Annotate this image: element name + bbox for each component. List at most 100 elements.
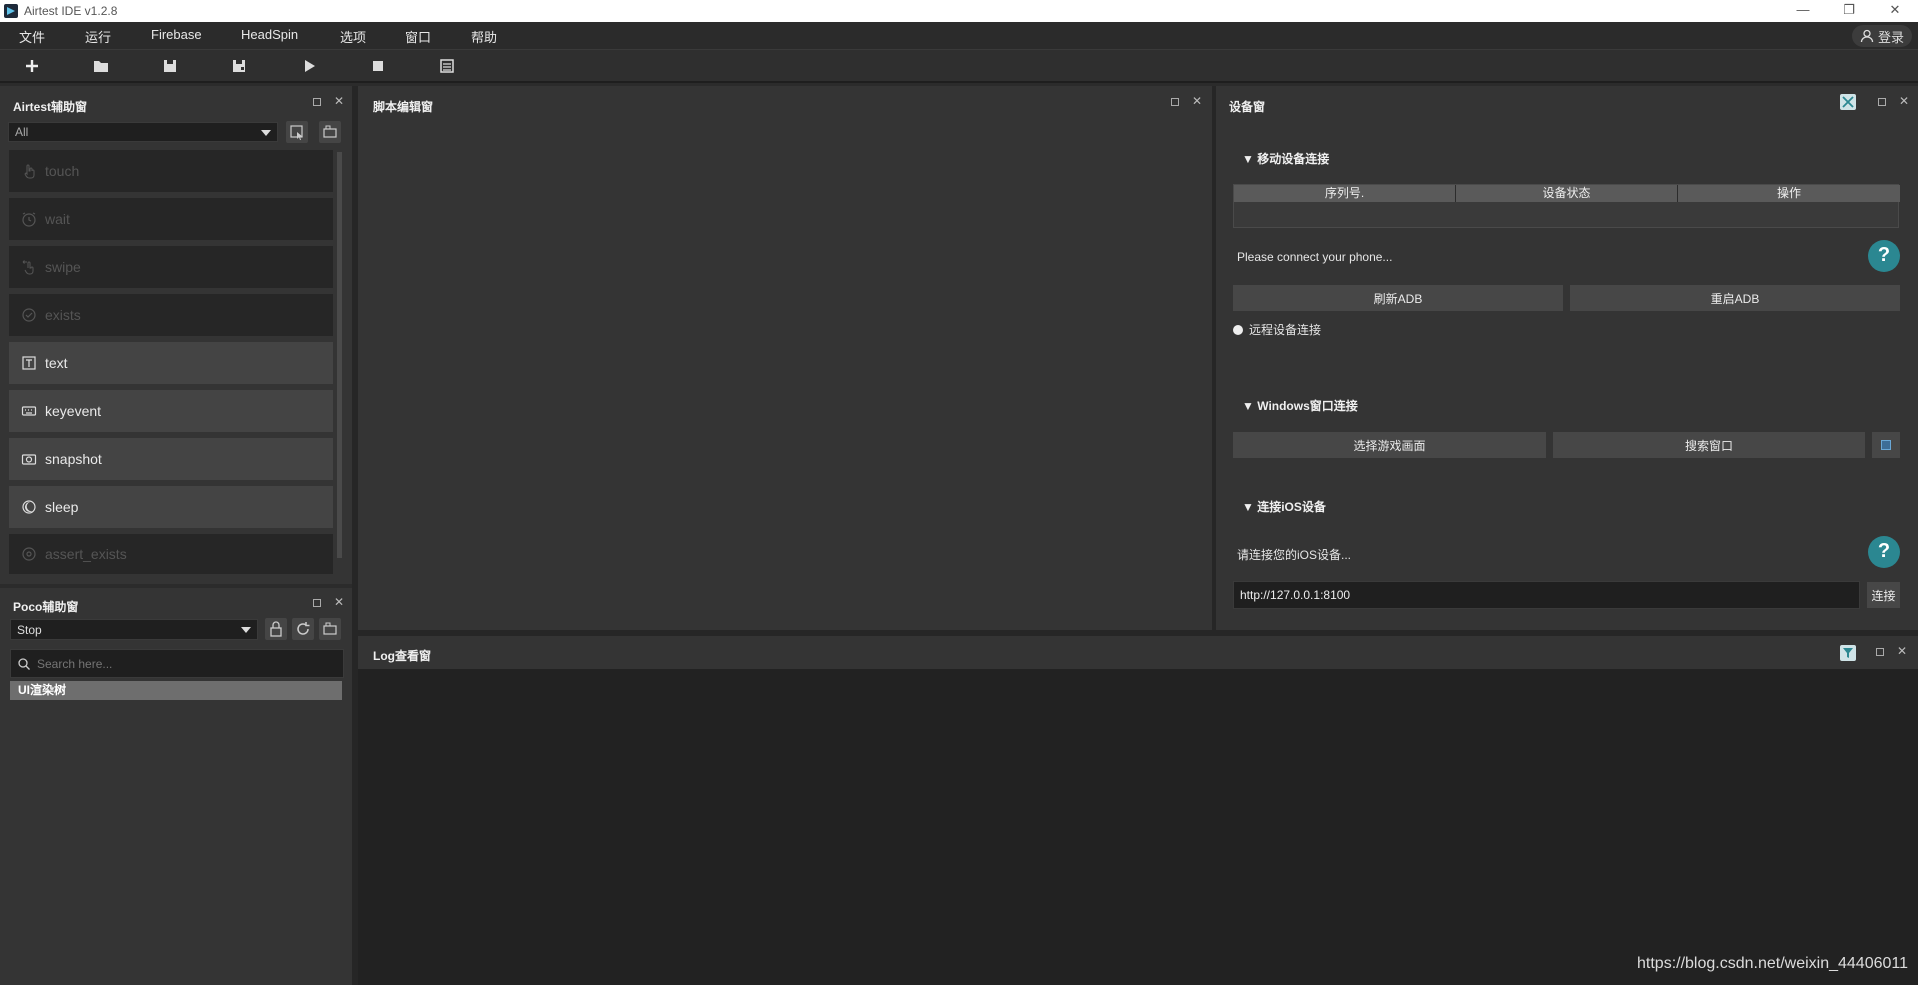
lock-button[interactable] xyxy=(265,618,287,640)
mobile-section-title: 移动设备连接 xyxy=(1257,152,1330,166)
airtest-item-label: keyevent xyxy=(45,403,102,419)
login-button[interactable]: 登录 xyxy=(1851,25,1912,47)
log-panel-header: Log查看窗 ✕ xyxy=(358,636,1918,669)
column-header-action[interactable]: 操作 xyxy=(1678,185,1900,202)
touch-icon xyxy=(24,164,35,179)
target-icon xyxy=(22,547,36,561)
airtest-item-sleep[interactable]: sleep xyxy=(9,486,333,528)
airtest-item-wait[interactable]: wait xyxy=(9,198,333,240)
remote-connect-label: 远程设备连接 xyxy=(1249,323,1322,337)
poco-search-box[interactable] xyxy=(10,649,344,678)
window-select-button[interactable] xyxy=(1872,432,1900,458)
close-panel-icon[interactable]: ✕ xyxy=(1192,94,1202,108)
help-icon[interactable]: ? xyxy=(1868,536,1900,568)
float-panel-icon[interactable] xyxy=(1878,97,1886,109)
airtest-filter-select[interactable]: All xyxy=(8,122,278,142)
menu-bar: 文件 运行 Firebase HeadSpin 选项 窗口 帮助 登录 xyxy=(0,22,1918,50)
record-position-button[interactable] xyxy=(286,121,308,143)
airtest-scrollbar[interactable] xyxy=(337,152,342,558)
poco-panel-title: Poco辅助窗 xyxy=(13,600,79,614)
restart-adb-button[interactable]: 重启ADB xyxy=(1570,285,1900,311)
login-label: 登录 xyxy=(1877,29,1904,45)
close-panel-icon[interactable]: ✕ xyxy=(334,94,344,108)
airtest-item-text[interactable]: text xyxy=(9,342,333,384)
poco-mode-select[interactable]: Stop xyxy=(10,619,258,640)
poco-panel: Poco辅助窗 ✕ Stop UI渲染树 xyxy=(0,588,352,985)
ios-connect-button[interactable]: 连接 xyxy=(1867,582,1900,608)
search-window-button[interactable]: 搜索窗口 xyxy=(1553,432,1865,458)
chevron-down-icon xyxy=(241,627,251,633)
refresh-icon xyxy=(297,622,310,635)
column-header-serial[interactable]: 序列号. xyxy=(1234,185,1456,202)
moon-icon xyxy=(22,500,36,514)
close-window-icon[interactable]: ✕ xyxy=(1872,0,1918,22)
airtest-item-swipe[interactable]: swipe xyxy=(9,246,333,288)
log-view-icon[interactable] xyxy=(437,57,457,75)
close-panel-icon[interactable]: ✕ xyxy=(1897,644,1907,658)
camera-record-icon xyxy=(323,622,337,635)
swipe-icon xyxy=(22,260,34,275)
auto-record-button[interactable] xyxy=(319,121,341,143)
menu-headspin[interactable]: HeadSpin xyxy=(241,27,298,42)
windows-section-header[interactable]: ▼ Windows窗口连接 xyxy=(1242,397,1358,414)
device-panel-title: 设备窗 xyxy=(1229,100,1266,114)
search-input[interactable] xyxy=(37,654,337,674)
save-as-icon[interactable] xyxy=(229,57,249,75)
airtest-item-assert-exists[interactable]: assert_exists xyxy=(9,534,333,574)
stop-icon[interactable] xyxy=(368,57,388,75)
float-panel-icon[interactable] xyxy=(313,97,321,109)
poco-mode-value: Stop xyxy=(17,622,42,637)
open-folder-icon[interactable] xyxy=(91,57,111,75)
airtest-item-snapshot[interactable]: snapshot xyxy=(9,438,333,480)
restore-icon[interactable]: ❐ xyxy=(1826,0,1872,22)
refresh-adb-button[interactable]: 刷新ADB xyxy=(1233,285,1563,311)
airtest-item-keyevent[interactable]: keyevent xyxy=(9,390,333,432)
float-panel-icon[interactable] xyxy=(1876,647,1884,659)
run-icon[interactable] xyxy=(299,57,319,75)
log-output-area[interactable] xyxy=(358,669,1918,985)
close-panel-icon[interactable]: ✕ xyxy=(334,595,344,609)
device-tools-icon[interactable] xyxy=(1840,94,1856,110)
menu-options[interactable]: 选项 xyxy=(340,27,366,46)
cursor-box-icon xyxy=(290,125,303,140)
help-icon[interactable]: ? xyxy=(1868,240,1900,272)
menu-help[interactable]: 帮助 xyxy=(471,27,497,46)
minimize-icon[interactable]: — xyxy=(1780,0,1826,22)
column-header-status[interactable]: 设备状态 xyxy=(1456,185,1678,202)
close-panel-icon[interactable]: ✕ xyxy=(1899,94,1909,108)
airtest-item-exists[interactable]: exists xyxy=(9,294,333,336)
ios-url-input[interactable] xyxy=(1233,581,1860,609)
remote-connect-toggle[interactable]: 远程设备连接 xyxy=(1233,321,1321,338)
log-panel-title: Log查看窗 xyxy=(373,649,431,663)
float-panel-icon[interactable] xyxy=(1171,97,1179,109)
airtest-item-label: wait xyxy=(45,211,70,227)
refresh-button[interactable] xyxy=(292,618,314,640)
float-panel-icon[interactable] xyxy=(313,598,321,610)
airtest-item-touch[interactable]: touch xyxy=(9,150,333,192)
windows-section-title: Windows窗口连接 xyxy=(1257,399,1358,413)
text-box-icon xyxy=(22,356,36,370)
save-icon[interactable] xyxy=(160,57,180,75)
connect-phone-hint: Please connect your phone... xyxy=(1237,250,1393,264)
user-icon xyxy=(1860,29,1874,43)
ios-section-header[interactable]: ▼ 连接iOS设备 xyxy=(1242,498,1326,515)
new-file-icon[interactable] xyxy=(22,57,42,75)
menu-window[interactable]: 窗口 xyxy=(405,27,431,46)
airtest-item-label: exists xyxy=(45,307,81,323)
airtest-item-label: sleep xyxy=(45,499,79,515)
ui-tree-root[interactable]: UI渲染树 xyxy=(10,681,342,700)
filter-icon[interactable] xyxy=(1840,645,1856,661)
airtest-panel: Airtest辅助窗 ✕ All touch wait swipe exists… xyxy=(0,86,352,584)
menu-file[interactable]: 文件 xyxy=(19,27,45,46)
ios-section-title: 连接iOS设备 xyxy=(1257,500,1326,514)
poco-record-button[interactable] xyxy=(319,618,341,640)
clock-icon xyxy=(22,212,36,227)
select-game-button[interactable]: 选择游戏画面 xyxy=(1233,432,1546,458)
menu-run[interactable]: 运行 xyxy=(85,27,111,46)
mobile-section-header[interactable]: ▼ 移动设备连接 xyxy=(1242,150,1329,167)
window-frame-icon xyxy=(1881,440,1891,450)
script-panel: 脚本编辑窗 ✕ xyxy=(358,86,1212,630)
search-icon xyxy=(18,658,30,670)
device-panel: 设备窗 ✕ ▼ 移动设备连接 序列号. 设备状态 操作 Please conne… xyxy=(1216,86,1918,630)
menu-firebase[interactable]: Firebase xyxy=(151,27,202,42)
